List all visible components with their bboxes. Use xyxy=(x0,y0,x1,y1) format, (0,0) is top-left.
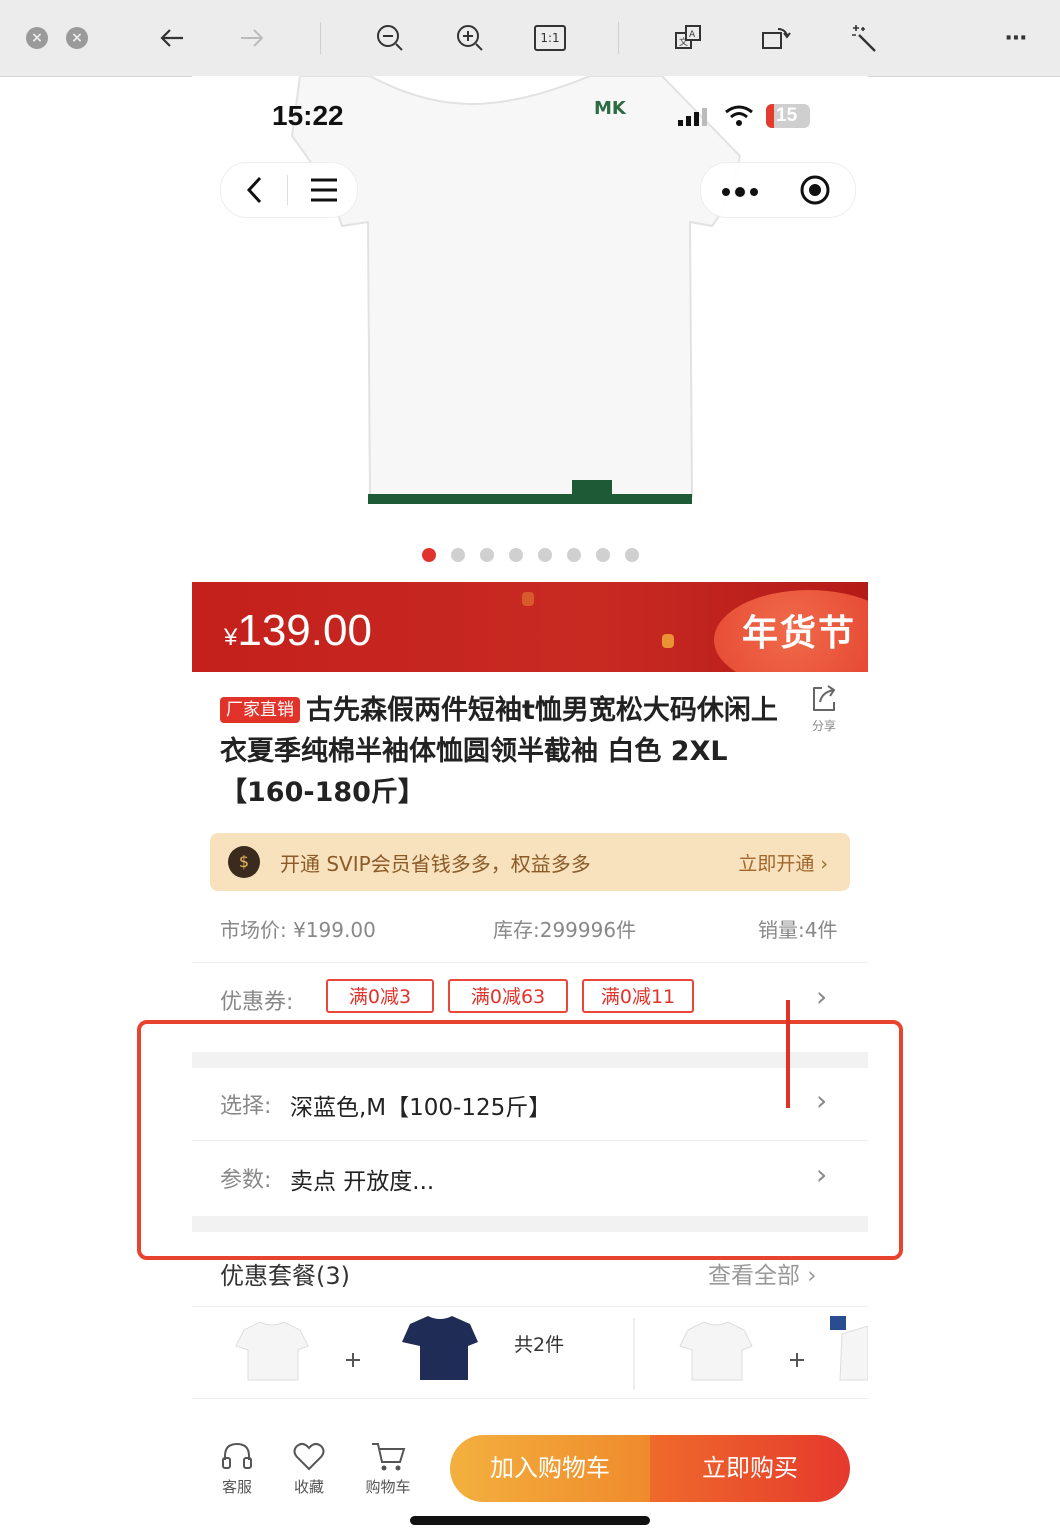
back-chevron-icon[interactable] xyxy=(245,175,265,209)
mini-program-capsule xyxy=(700,162,856,218)
cart-icon xyxy=(372,1443,406,1471)
svg-text:MK: MK xyxy=(594,98,627,119)
toolbar-divider xyxy=(618,22,619,54)
coupon-label: 优惠券: xyxy=(220,990,294,1015)
cart-button[interactable]: 购物车 xyxy=(358,1440,418,1497)
close-target-icon[interactable] xyxy=(799,174,831,210)
annotation-marker-line xyxy=(786,1000,790,1108)
package-total: 共2件 xyxy=(514,1334,565,1356)
close-icon[interactable]: × xyxy=(26,27,48,49)
carousel-dot[interactable] xyxy=(421,548,436,562)
share-label: 分享 xyxy=(811,719,836,733)
carousel-dot[interactable] xyxy=(624,548,639,562)
customer-service-label: 客服 xyxy=(221,1478,252,1496)
translate-icon[interactable]: A文 xyxy=(672,22,704,54)
actual-size-icon[interactable]: 1:1 xyxy=(534,25,566,51)
more-icon[interactable]: ⋯ xyxy=(1000,26,1032,51)
divider xyxy=(192,962,868,963)
festival-badge: 年货节 xyxy=(742,613,857,654)
view-all-packages-link[interactable]: 查看全部 › xyxy=(708,1256,817,1290)
cart-label: 购物车 xyxy=(365,1478,411,1496)
coupon-tag[interactable]: 满0减63 xyxy=(448,979,568,1013)
carousel-dot[interactable] xyxy=(595,548,610,562)
add-to-cart-button[interactable]: 加入购物车 xyxy=(450,1435,650,1502)
favorite-label: 收藏 xyxy=(293,1478,324,1496)
nav-capsule xyxy=(220,162,358,218)
coupon-tag[interactable]: 满0减11 xyxy=(582,979,694,1013)
diamond-icon: $ xyxy=(228,846,260,878)
carousel-indicators xyxy=(192,548,868,566)
package-strip[interactable]: 共2件 xyxy=(192,1310,868,1399)
customer-service-button[interactable]: 客服 xyxy=(207,1440,267,1497)
svip-text: 开通 SVIP会员省钱多多，权益多多 xyxy=(280,852,591,876)
lantern-decoration xyxy=(662,634,674,648)
svip-banner[interactable]: $ 开通 SVIP会员省钱多多，权益多多 立即开通 › xyxy=(210,833,850,891)
product-title-block: 厂家直销 古先森假两件短袖t恤男宽松大码休闲上衣夏季纯棉半袖体恤圆领半截袖 白色 … xyxy=(220,690,790,813)
product-image-carousel[interactable]: MK 15:22 15 xyxy=(192,76,868,582)
buy-now-button[interactable]: 立即购买 xyxy=(650,1435,850,1502)
magic-wand-icon[interactable] xyxy=(848,22,880,54)
carousel-dot[interactable] xyxy=(450,548,465,562)
coupon-chevron-icon[interactable]: › xyxy=(816,980,827,1013)
back-arrow-icon[interactable] xyxy=(156,22,188,54)
zoom-in-icon[interactable] xyxy=(454,22,486,54)
product-price: ¥139.00 xyxy=(224,606,372,655)
divider xyxy=(192,1306,868,1307)
forward-arrow-icon xyxy=(236,22,268,54)
svg-text:文: 文 xyxy=(679,36,688,48)
close-icon[interactable]: × xyxy=(66,27,88,49)
product-title: 古先森假两件短袖t恤男宽松大码休闲上衣夏季纯棉半袖体恤圆领半截袖 白色 2XL【… xyxy=(220,695,778,808)
coupon-tag[interactable]: 满0减3 xyxy=(326,979,434,1013)
zoom-out-icon[interactable] xyxy=(374,22,406,54)
toolbar-divider xyxy=(320,22,321,54)
headset-icon xyxy=(222,1442,252,1469)
package-title: 优惠套餐(3) xyxy=(220,1262,350,1290)
carousel-dot[interactable] xyxy=(479,548,494,562)
menu-icon[interactable] xyxy=(309,177,339,207)
battery-icon: 15 xyxy=(766,104,810,128)
carousel-dot[interactable] xyxy=(508,548,523,562)
carousel-dot[interactable] xyxy=(537,548,552,562)
favorite-button[interactable]: 收藏 xyxy=(279,1440,339,1497)
tshirt-image: MK xyxy=(290,76,742,504)
rotate-icon[interactable] xyxy=(760,22,792,54)
more-dots-icon[interactable] xyxy=(721,183,759,202)
share-button[interactable]: 分享 xyxy=(804,682,844,734)
status-time: 15:22 xyxy=(272,100,344,131)
price-banner: ¥139.00 年货节 xyxy=(192,582,868,672)
signal-icon xyxy=(678,108,716,132)
phone-screen: MK 15:22 15 ¥139.00 年货节 厂家直销 古先森假两件短袖t恤男… xyxy=(192,76,868,1540)
wifi-icon xyxy=(724,104,754,132)
sales-count: 销量:4件 xyxy=(758,918,838,942)
image-viewer-toolbar: × × 1:1 A文 ⋯ xyxy=(0,0,1060,77)
heart-icon xyxy=(293,1442,325,1471)
factory-direct-tag: 厂家直销 xyxy=(220,697,300,723)
home-indicator[interactable] xyxy=(410,1516,650,1525)
bottom-action-bar: 客服 收藏 购物车 加入购物车 立即购买 xyxy=(192,1416,868,1516)
stock-count: 库存:299996件 xyxy=(493,918,637,942)
lantern-decoration xyxy=(522,592,534,606)
market-price: 市场价: ¥199.00 xyxy=(220,918,376,942)
svip-open-link[interactable]: 立即开通 › xyxy=(738,849,828,876)
share-icon xyxy=(813,685,836,711)
carousel-dot[interactable] xyxy=(566,548,581,562)
svg-text:A: A xyxy=(689,30,696,40)
